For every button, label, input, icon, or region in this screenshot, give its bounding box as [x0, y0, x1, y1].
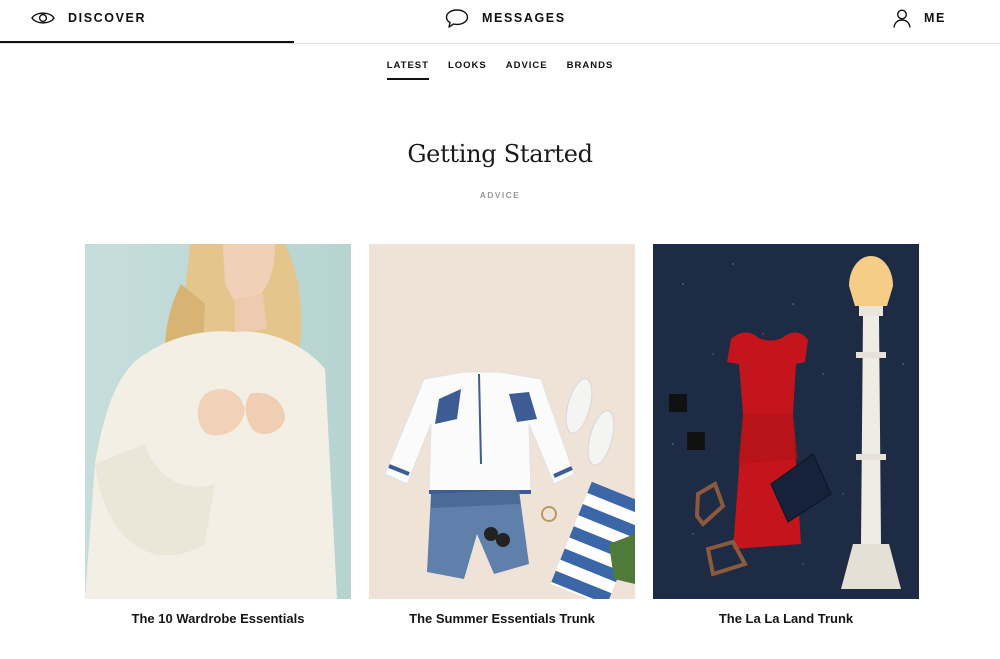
subtab-looks[interactable]: LOOKS [448, 58, 487, 80]
summer-outfit-flatlay-image [369, 244, 635, 599]
subtab-latest[interactable]: LATEST [386, 58, 429, 80]
subtab-brands[interactable]: BRANDS [567, 58, 614, 80]
sub-nav: LATEST LOOKS ADVICE BRANDS [0, 58, 1000, 80]
article-card[interactable]: The Summer Essentials Trunk [369, 244, 635, 626]
nav-messages[interactable]: MESSAGES [445, 0, 566, 36]
user-icon [892, 8, 912, 28]
nav-me[interactable]: ME [892, 0, 946, 36]
subtab-advice[interactable]: ADVICE [506, 58, 548, 80]
card-title[interactable]: The La La Land Trunk [653, 611, 919, 626]
top-nav: DISCOVER MESSAGES ME [0, 0, 1000, 44]
red-dress-lamppost-flatlay-image [653, 244, 919, 599]
page-title: Getting Started [407, 140, 593, 168]
card-title[interactable]: The Summer Essentials Trunk [369, 611, 635, 626]
active-tab-indicator [0, 41, 294, 43]
woman-in-white-sweater-image [85, 244, 351, 599]
article-card[interactable]: The 10 Wardrobe Essentials [85, 244, 351, 626]
chat-bubble-icon [445, 8, 469, 29]
nav-discover-label: DISCOVER [68, 11, 147, 25]
article-card[interactable]: The La La Land Trunk [653, 244, 919, 626]
card-title[interactable]: The 10 Wardrobe Essentials [85, 611, 351, 626]
nav-discover[interactable]: DISCOVER [31, 0, 146, 36]
nav-messages-label: MESSAGES [482, 11, 566, 25]
category-label: ADVICE [479, 190, 521, 200]
eye-icon [31, 10, 55, 26]
nav-me-label: ME [924, 11, 946, 25]
